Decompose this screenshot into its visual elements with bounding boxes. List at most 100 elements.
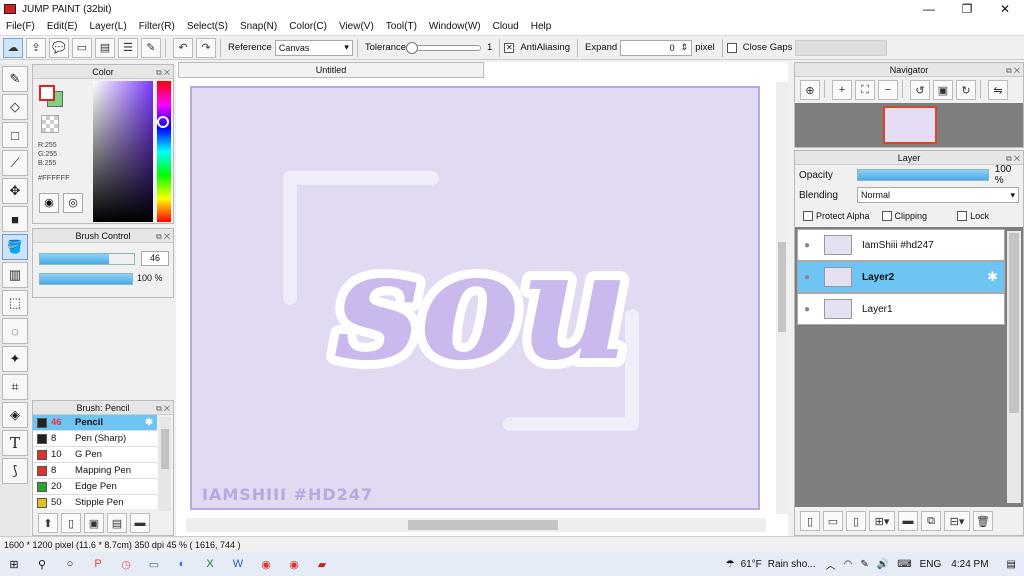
move-tool-icon[interactable]: ✥ (2, 178, 28, 204)
reset-rotation-icon[interactable]: ▣ (933, 80, 953, 100)
layer-opacity-slider[interactable] (856, 169, 989, 181)
close-button[interactable]: ✕ (986, 2, 1024, 16)
line-tool-icon[interactable]: ⟋ (2, 150, 28, 176)
reference-select[interactable]: Canvas ▾ (274, 39, 353, 56)
list-icon[interactable]: ☰ (118, 37, 138, 58)
app-monitor-icon[interactable]: ▭ (145, 555, 163, 573)
menu-snap[interactable]: Snap(N) (234, 21, 283, 32)
menu-file[interactable]: File(F) (0, 21, 41, 32)
menu-layer[interactable]: Layer(L) (83, 21, 132, 32)
vertical-scrollbar[interactable] (776, 82, 788, 514)
navigator-viewport[interactable] (883, 106, 937, 144)
zoom-out-icon[interactable]: − (878, 80, 898, 100)
visibility-icon[interactable]: ● (798, 240, 816, 251)
keyboard-icon[interactable]: ⌨ (897, 559, 911, 570)
volume-icon[interactable]: 🔊 (877, 559, 889, 570)
text-tool-icon[interactable]: T (2, 430, 28, 456)
chrome-profile-icon[interactable]: ◉ (285, 555, 303, 573)
search-icon[interactable]: ⚲ (33, 555, 51, 573)
brush-tool-icon[interactable]: ✎ (2, 66, 28, 92)
brush-list-item[interactable]: 8 Pen (Sharp) (33, 431, 157, 447)
brush-list-item[interactable]: 10 G Pen (33, 447, 157, 463)
new-layer-8bit-icon[interactable]: ▭ (823, 511, 843, 531)
task-view-icon[interactable]: ○ (61, 555, 79, 573)
rotate-left-icon[interactable]: ↺ (910, 80, 930, 100)
duplicate-layer-icon[interactable]: ⧉ (921, 511, 941, 531)
navigator-preview[interactable] (795, 103, 1023, 147)
clipping-checkbox[interactable] (881, 211, 892, 221)
minimize-button[interactable]: — (910, 2, 948, 16)
layer-row[interactable]: ● IamShiii #hd247 (797, 229, 1005, 261)
hue-slider[interactable] (157, 81, 171, 222)
panel-controls-icon[interactable]: ⧉ ✕ (156, 402, 170, 416)
menu-select[interactable]: Select(S) (181, 21, 234, 32)
lock-checkbox[interactable] (957, 211, 968, 221)
tolerance-slider[interactable] (406, 41, 482, 54)
add-layer-menu-icon[interactable]: ⊞▾ (869, 511, 895, 531)
bucket-tool-icon[interactable]: 🪣 (2, 234, 28, 260)
saturation-brightness-picker[interactable] (93, 81, 153, 222)
layer-folder-icon[interactable]: ▬ (898, 511, 918, 531)
notification-icon[interactable]: ▤ (1007, 559, 1016, 570)
gear-icon[interactable]: ✱ (987, 269, 998, 285)
drawing-canvas[interactable]: sou IAMSHIII #HD247 (190, 86, 760, 510)
brush-duplicate-icon[interactable]: ▣ (84, 513, 104, 533)
weather-temperature[interactable]: 61°F (741, 559, 762, 570)
menu-filter[interactable]: Filter(R) (133, 21, 181, 32)
gear-icon[interactable]: ✱ (145, 417, 153, 428)
brush-add-icon[interactable]: ⬆ (38, 513, 58, 533)
edit-list-icon[interactable]: ✎ (141, 37, 161, 58)
eyedropper-tool-icon[interactable]: ⟆ (2, 458, 28, 484)
undo-icon[interactable]: ↶ (173, 37, 193, 58)
brush-list-item[interactable]: 8 Mapping Pen (33, 463, 157, 479)
fill-rect-tool-icon[interactable]: ■ (2, 206, 28, 232)
scrollbar-thumb[interactable] (408, 520, 558, 530)
brush-list-item[interactable]: 20 Edge Pen (33, 479, 157, 495)
flip-icon[interactable]: ⇋ (988, 80, 1008, 100)
panel-controls-icon[interactable]: ⧉ ✕ (156, 230, 170, 244)
cloud-sync-icon[interactable]: ☁ (3, 37, 23, 58)
magic-wand-tool-icon[interactable]: ✦ (2, 346, 28, 372)
palette-edit-icon[interactable]: ◎ (63, 193, 83, 213)
document-tab[interactable]: Untitled (178, 62, 484, 78)
antialiasing-checkbox[interactable]: ✕ (504, 42, 515, 53)
layer-list-scrollbar[interactable] (1007, 231, 1021, 503)
fit-icon[interactable]: ⛶ (855, 80, 875, 100)
lasso-tool-icon[interactable]: ◌ (2, 318, 28, 344)
transparent-swatch[interactable] (41, 115, 59, 133)
expand-input[interactable]: 0 ⇕ (620, 39, 693, 56)
brush-list-scrollbar[interactable] (159, 417, 171, 511)
menu-view[interactable]: View(V) (333, 21, 380, 32)
brush-list-item[interactable]: 46 Pencil ✱ (33, 415, 157, 431)
language-indicator[interactable]: ENG (920, 559, 942, 570)
excel-icon[interactable]: X (201, 555, 219, 573)
brush-settings-icon[interactable]: ▤ (107, 513, 127, 533)
palette-icon[interactable]: ◉ (39, 193, 59, 213)
zoom-in-icon[interactable]: + (832, 80, 852, 100)
app-clock-icon[interactable]: ◷ (117, 555, 135, 573)
visibility-icon[interactable]: ● (798, 272, 816, 283)
share-icon[interactable]: ⇪ (26, 37, 46, 58)
horizontal-scrollbar[interactable] (186, 518, 766, 532)
layer-row[interactable]: ● Layer1 (797, 293, 1005, 325)
rectangle-tool-icon[interactable]: □ (2, 122, 28, 148)
hue-handle[interactable] (157, 116, 169, 128)
brush-size-value[interactable]: 46 (141, 251, 169, 266)
panel-controls-icon[interactable]: ⧉ ✕ (1006, 64, 1020, 78)
folder-icon[interactable]: ▬ (130, 513, 150, 533)
slider-handle[interactable] (406, 41, 419, 54)
redo-icon[interactable]: ↷ (196, 37, 216, 58)
protect-alpha-checkbox[interactable] (803, 211, 813, 221)
panel-controls-icon[interactable]: ⧉ ✕ (1006, 152, 1020, 166)
menu-window[interactable]: Window(W) (423, 21, 487, 32)
comment-icon[interactable]: 💬 (49, 37, 69, 58)
blending-select[interactable]: Normal ▾ (857, 187, 1019, 203)
menu-color[interactable]: Color(C) (283, 21, 333, 32)
tray-chevron-icon[interactable]: ︿ (826, 557, 836, 572)
delete-layer-icon[interactable]: 🗑 (973, 511, 993, 531)
zoom-icon[interactable]: ⊕ (800, 80, 820, 100)
weather-text[interactable]: Rain sho... (768, 559, 816, 570)
select-eraser-tool-icon[interactable]: ◈ (2, 402, 28, 428)
panel-controls-icon[interactable]: ⧉ ✕ (156, 66, 170, 80)
menu-tool[interactable]: Tool(T) (380, 21, 423, 32)
